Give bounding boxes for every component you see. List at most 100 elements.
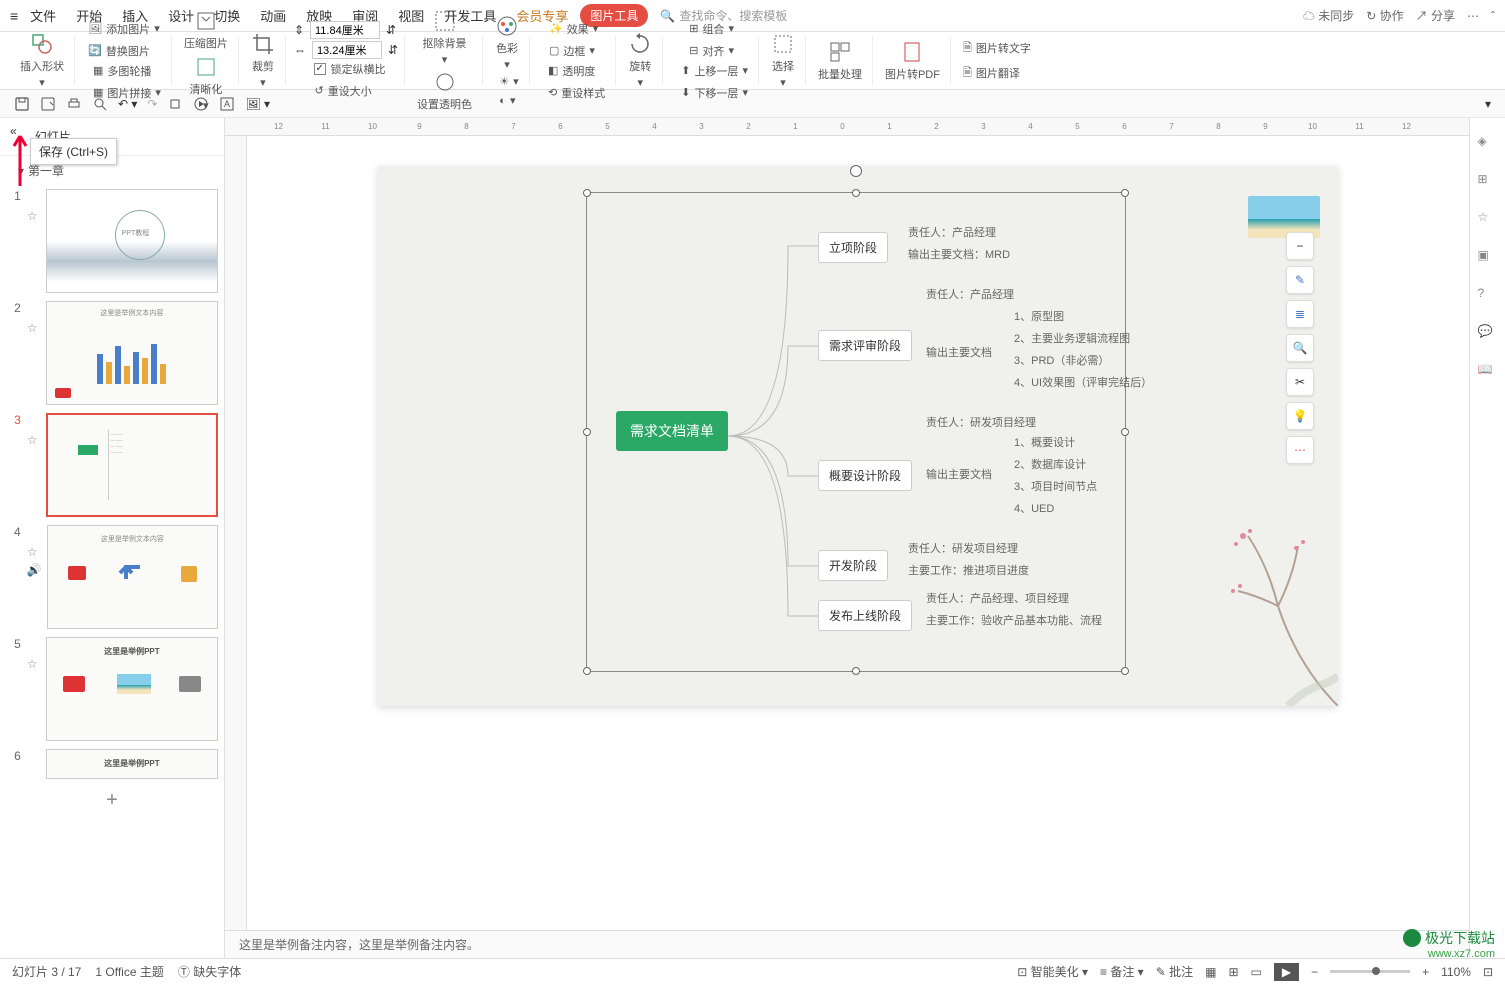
resize-handle[interactable]	[852, 667, 860, 675]
slide-thumb-5[interactable]: 这里是举例PPT	[46, 637, 218, 741]
rotate-button[interactable]: 旋转▾	[624, 30, 656, 91]
sync-status[interactable]: ☁ 未同步	[1303, 7, 1354, 24]
mindmap-text: 2、数据库设计	[1014, 456, 1086, 472]
transparency-button[interactable]: ◧透明度	[544, 61, 609, 81]
qa-expand-icon[interactable]: ▾	[1485, 97, 1491, 111]
reset-size-button[interactable]: ↺重设大小	[310, 81, 389, 101]
view-sorter-icon[interactable]: ⊞	[1228, 965, 1238, 979]
align-icon: ⊟	[689, 44, 698, 57]
group-button[interactable]: ⊞组合▾	[685, 19, 738, 39]
height-input[interactable]	[312, 41, 382, 59]
missing-font-button[interactable]: Ⓣ 缺失字体	[178, 963, 241, 980]
pic2pdf-button[interactable]: 图片转PDF	[881, 38, 944, 84]
spinner-icon[interactable]: ⇵	[386, 23, 396, 37]
effect-button[interactable]: ✨效果▾	[545, 19, 602, 39]
resize-handle[interactable]	[583, 189, 591, 197]
resize-handle[interactable]	[583, 667, 591, 675]
float-minus-button[interactable]: −	[1286, 232, 1314, 260]
rotate-handle[interactable]	[850, 165, 862, 177]
spinner-icon[interactable]: ⇵	[388, 43, 398, 57]
picture-qa-icon[interactable]: 🖼 ▾	[245, 97, 270, 111]
zoom-level[interactable]: 110%	[1441, 965, 1471, 979]
remove-bg-button[interactable]: 抠除背景▾	[419, 7, 471, 68]
compress-picture-button[interactable]: 压缩图片	[180, 7, 232, 53]
collapse-ribbon-icon[interactable]: ˆ	[1491, 9, 1495, 23]
replace-picture-button[interactable]: 🔄替换图片	[84, 41, 164, 61]
down-layer-button[interactable]: ⬇下移一层▾	[677, 83, 752, 103]
zoom-in-icon[interactable]: +	[1422, 965, 1429, 979]
resize-handle[interactable]	[1121, 667, 1129, 675]
beautify-button[interactable]: ⊡ 智能美化 ▾	[1017, 963, 1088, 980]
float-layers-button[interactable]: ≣	[1286, 300, 1314, 328]
view-normal-icon[interactable]: ▦	[1205, 965, 1216, 979]
pic-translate-button[interactable]: 🗎图片翻译	[959, 62, 1035, 85]
float-idea-button[interactable]: 💡	[1286, 402, 1314, 430]
resize-handle[interactable]	[1121, 189, 1129, 197]
resize-handle[interactable]	[852, 189, 860, 197]
select-button[interactable]: 选择▾	[767, 30, 799, 91]
mindmap-node: 需求评审阶段	[818, 330, 912, 361]
batch-button[interactable]: 批量处理	[814, 38, 866, 84]
diamond-icon[interactable]: ◈	[1478, 134, 1498, 154]
up-layer-button[interactable]: ⬆上移一层▾	[677, 61, 752, 81]
slide-thumb-2[interactable]: 这里是举例文本内容	[46, 301, 218, 405]
color-button[interactable]: 色彩▾	[491, 12, 523, 73]
save-as-icon[interactable]	[40, 96, 56, 112]
reset-style-button[interactable]: ⟲重设样式	[544, 83, 609, 103]
slide-number: 2	[6, 301, 21, 405]
slide-thumb-3[interactable]: ─ ─── ─── ─── ──	[46, 413, 218, 517]
zoom-out-icon[interactable]: −	[1311, 965, 1318, 979]
slide-canvas[interactable]: 需求文档清单 立项阶段 责任人：产品经理 输出主要文档：MRD 需求评审阶段 责…	[378, 166, 1338, 706]
template-icon[interactable]: ▣	[1478, 248, 1498, 268]
redo-icon[interactable]: ↷	[147, 97, 157, 111]
notes-bar[interactable]: 这里是举例备注内容，这里是举例备注内容。	[225, 930, 1469, 958]
float-zoom-button[interactable]: 🔍	[1286, 334, 1314, 362]
collab-button[interactable]: ↻ 协作	[1366, 7, 1403, 24]
slide-thumb-4[interactable]: 这里是举例文本内容	[47, 525, 218, 629]
contrast-button[interactable]: ◐▾	[495, 92, 522, 109]
slide-thumb-1[interactable]: PPT教程	[46, 189, 218, 293]
theme-info[interactable]: 1 Office 主题	[95, 963, 163, 980]
crop-button[interactable]: 裁剪▾	[247, 30, 279, 91]
help-icon[interactable]: ?	[1478, 286, 1498, 306]
menu-animation[interactable]: 动画	[252, 2, 294, 29]
resize-handle[interactable]	[583, 428, 591, 436]
play-icon[interactable]	[193, 96, 209, 112]
preview-icon[interactable]	[92, 96, 108, 112]
lock-ratio-checkbox[interactable]: 锁定纵横比	[310, 59, 389, 79]
fit-icon[interactable]: ⊡	[1483, 965, 1493, 979]
set-transparent-button[interactable]: 设置透明色	[413, 68, 476, 114]
reader-icon[interactable]: 📖	[1478, 362, 1498, 382]
brightness-button[interactable]: ☀▾	[495, 73, 522, 90]
float-edit-button[interactable]: ✎	[1286, 266, 1314, 294]
float-more-button[interactable]: ⋯	[1286, 436, 1314, 464]
align-button[interactable]: ⊟对齐▾	[685, 41, 738, 61]
insert-shape-button[interactable]: 插入形状▾	[16, 30, 68, 91]
settings-icon[interactable]: ⊞	[1478, 172, 1498, 192]
slide-thumb-6[interactable]: 这里是举例PPT	[46, 749, 218, 779]
menu-file[interactable]: 文件	[22, 2, 64, 29]
zoom-slider[interactable]	[1330, 970, 1410, 973]
format-painter-icon[interactable]	[167, 96, 183, 112]
add-picture-button[interactable]: 🖼添加图片▾	[84, 19, 164, 39]
more-icon[interactable]: ⋯	[1467, 9, 1479, 23]
multi-picture-button[interactable]: ▦多图轮播	[89, 61, 165, 81]
notes-button[interactable]: ≡ 备注 ▾	[1100, 963, 1144, 980]
width-input[interactable]	[310, 21, 380, 39]
border-button[interactable]: ▢边框▾	[545, 41, 602, 61]
add-slide-button[interactable]: +	[0, 783, 224, 818]
share-button[interactable]: ↗ 分享	[1416, 7, 1455, 24]
menu-icon[interactable]: ≡	[10, 8, 18, 24]
print-icon[interactable]	[66, 96, 82, 112]
pic2text-button[interactable]: 🗎图片转文字	[959, 37, 1035, 60]
chat-icon[interactable]: 💬	[1478, 324, 1498, 344]
star-panel-icon[interactable]: ☆	[1478, 210, 1498, 230]
float-crop-button[interactable]: ✂	[1286, 368, 1314, 396]
slideshow-button[interactable]: ▶	[1274, 963, 1299, 981]
text-icon[interactable]: A	[219, 96, 235, 112]
view-reading-icon[interactable]: ▭	[1251, 965, 1262, 979]
resize-handle[interactable]	[1121, 428, 1129, 436]
save-icon[interactable]	[14, 96, 30, 112]
comment-button[interactable]: ✎ 批注	[1156, 963, 1193, 980]
undo-icon[interactable]: ↶ ▾	[118, 97, 137, 111]
